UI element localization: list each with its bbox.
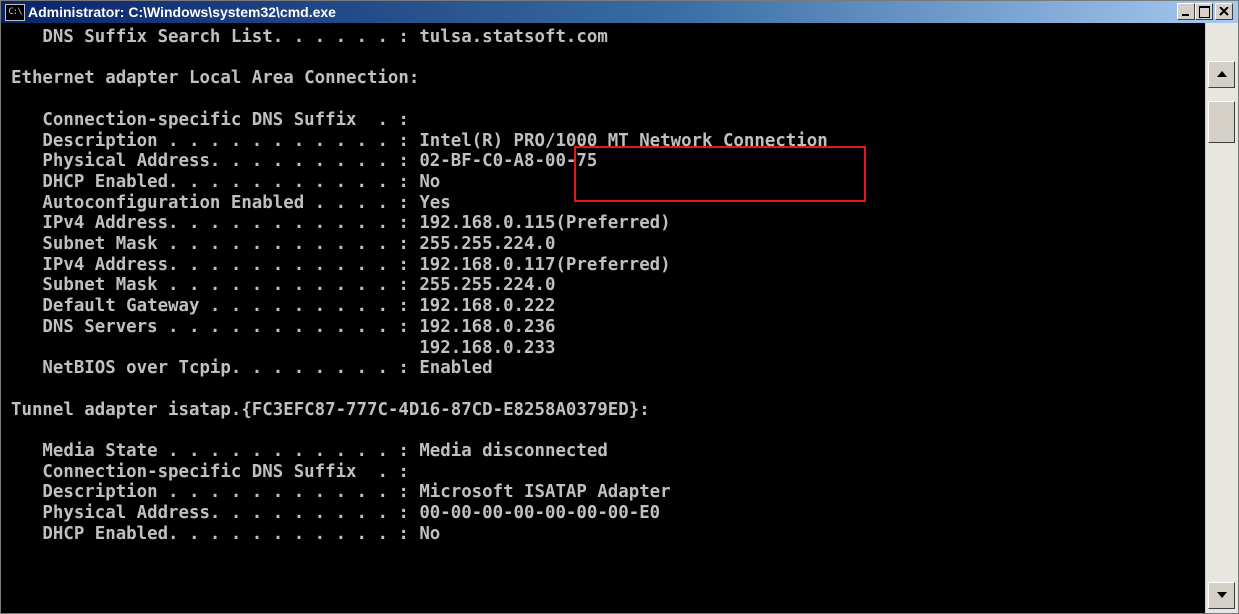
console-line: Physical Address. . . . . . . . . : 02-B… (11, 151, 598, 172)
maximize-button[interactable] (1195, 3, 1213, 20)
window-title: Administrator: C:\Windows\system32\cmd.e… (28, 4, 336, 20)
console-line: 192.168.0.233 (11, 337, 556, 358)
close-icon (1219, 7, 1229, 16)
console-line: NetBIOS over Tcpip. . . . . . . . : Enab… (11, 358, 493, 379)
console-line: Physical Address. . . . . . . . . : 00-0… (11, 503, 661, 524)
console-line: Connection-specific DNS Suffix . : (11, 109, 409, 130)
cmd-window: C:\ Administrator: C:\Windows\system32\c… (0, 0, 1239, 614)
arrow-up-icon (1217, 71, 1227, 77)
vertical-scrollbar[interactable] (1205, 23, 1238, 613)
console-line: IPv4 Address. . . . . . . . . . . : 192.… (11, 213, 671, 234)
console-line: DHCP Enabled. . . . . . . . . . . : No (11, 523, 441, 544)
minimize-button[interactable] (1177, 3, 1195, 20)
console-line: DNS Servers . . . . . . . . . . . : 192.… (11, 316, 556, 337)
console-line: DNS Suffix Search List. . . . . . : tuls… (11, 27, 608, 47)
console-output[interactable]: DNS Suffix Search List. . . . . . : tuls… (5, 23, 1201, 611)
console-line: Description . . . . . . . . . . . : Micr… (11, 482, 671, 503)
highlight-annotation-box (574, 146, 866, 202)
console-line: Autoconfiguration Enabled . . . . : Yes (11, 192, 451, 213)
scroll-up-button[interactable] (1208, 61, 1235, 88)
console-line: Connection-specific DNS Suffix . : (11, 461, 409, 482)
arrow-down-icon (1217, 592, 1227, 598)
scroll-down-button[interactable] (1208, 582, 1235, 609)
console-line: Subnet Mask . . . . . . . . . . . : 255.… (11, 275, 556, 296)
console-line: Ethernet adapter Local Area Connection: (11, 68, 420, 89)
console-line: Subnet Mask . . . . . . . . . . . : 255.… (11, 234, 556, 254)
console-line: Media State . . . . . . . . . . . : Medi… (11, 441, 608, 461)
console-line: Tunnel adapter isatap.{FC3EFC87-777C-4D1… (11, 399, 650, 420)
console-line: DHCP Enabled. . . . . . . . . . . : No (11, 171, 441, 192)
cmd-icon[interactable]: C:\ (5, 4, 25, 21)
title-bar[interactable]: C:\ Administrator: C:\Windows\system32\c… (1, 1, 1238, 23)
console-line: IPv4 Address. . . . . . . . . . . : 192.… (11, 254, 671, 275)
close-button[interactable] (1215, 3, 1233, 20)
console-line: Default Gateway . . . . . . . . . : 192.… (11, 296, 556, 317)
scroll-thumb[interactable] (1208, 101, 1235, 143)
